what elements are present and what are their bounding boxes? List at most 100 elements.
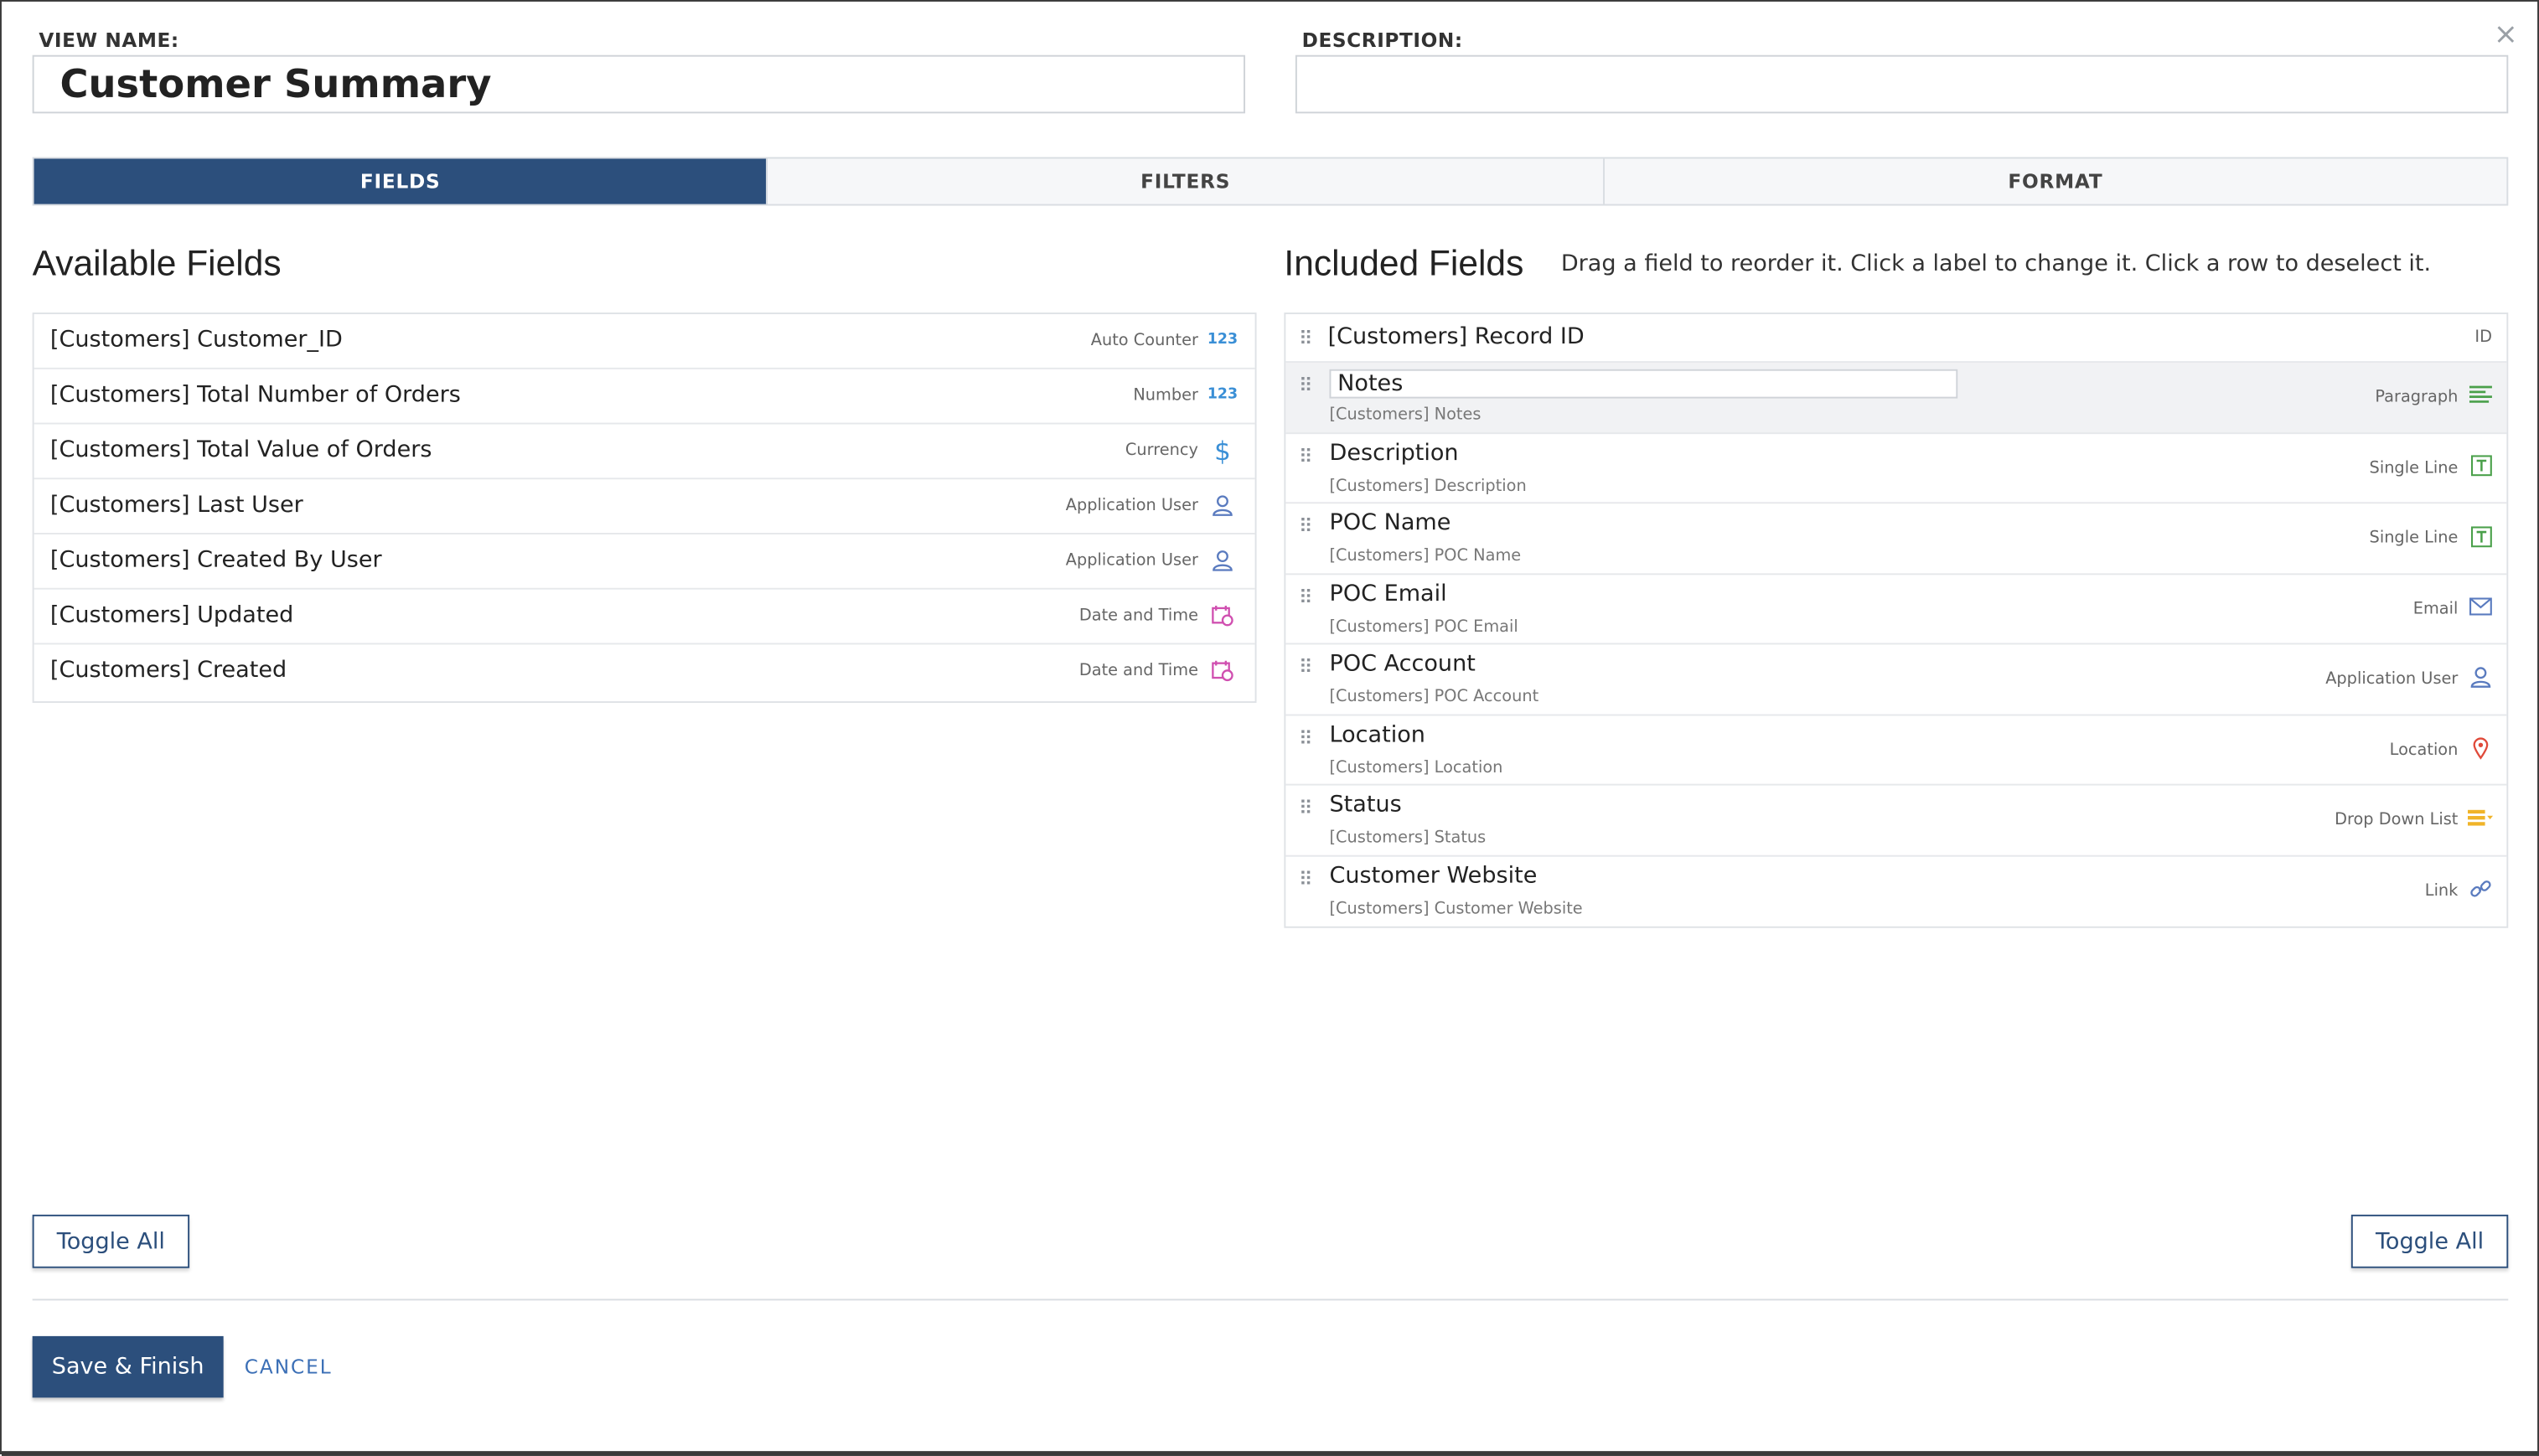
included-field-row[interactable]: ⠿ Location [Customers] Location Location <box>1285 715 2507 786</box>
description-label: DESCRIPTION: <box>1301 28 1463 52</box>
included-field-label[interactable]: POC Email <box>1330 581 1447 607</box>
available-field-row[interactable]: [Customers] Customer_ID Auto Counter 123 <box>34 314 1255 369</box>
toggle-all-available-button[interactable]: Toggle All <box>32 1214 190 1268</box>
drag-handle-icon[interactable]: ⠿ <box>1299 374 1313 397</box>
included-field-type: Application User <box>2325 670 2459 689</box>
included-field-row[interactable]: ⠿ Status [Customers] Status Drop Down List <box>1285 786 2507 856</box>
tab-filters[interactable]: FILTERS <box>768 158 1605 204</box>
available-field-type: Application User <box>1065 552 1198 571</box>
paragraph-icon <box>2468 382 2494 408</box>
available-field-row[interactable]: [Customers] Created Date and Time <box>34 644 1255 700</box>
drag-handle-icon[interactable]: ⠿ <box>1299 515 1313 538</box>
included-field-source: [Customers] Location <box>1329 758 1503 777</box>
included-field-label[interactable]: Status <box>1330 792 1402 818</box>
close-icon[interactable]: × <box>2494 18 2518 52</box>
available-fields-title: Available Fields <box>32 242 282 284</box>
user-icon <box>2468 664 2494 690</box>
included-field-source: [Customers] Notes <box>1329 406 1482 425</box>
included-field-source: [Customers] POC Name <box>1329 547 1522 565</box>
available-field-label: [Customers] Total Number of Orders <box>49 382 461 409</box>
user-icon <box>1210 547 1236 573</box>
available-field-type: Number <box>1133 387 1198 405</box>
text-field-icon <box>2468 523 2494 549</box>
available-field-row[interactable]: [Customers] Created By User Application U… <box>34 534 1255 590</box>
included-field-label[interactable]: Description <box>1330 440 1459 466</box>
drag-handle-icon[interactable]: ⠿ <box>1299 586 1313 608</box>
available-field-row[interactable]: [Customers] Total Value of Orders Currenc… <box>34 424 1255 480</box>
included-field-type: Single Line <box>2369 459 2459 478</box>
included-field-source: [Customers] Customer Website <box>1329 899 1583 918</box>
included-field-label[interactable]: POC Name <box>1330 510 1451 536</box>
included-field-type: Paragraph <box>2375 388 2459 407</box>
drag-handle-icon[interactable]: ⠿ <box>1299 328 1313 350</box>
drag-handle-icon[interactable]: ⠿ <box>1299 797 1313 819</box>
available-field-label: [Customers] Created <box>49 657 287 684</box>
link-icon <box>2468 875 2494 901</box>
available-field-label: [Customers] Created By User <box>49 547 382 574</box>
available-field-row[interactable]: [Customers] Updated Date and Time <box>34 590 1255 645</box>
text-field-icon <box>2468 452 2494 478</box>
page: VIEW NAME: Customer Summary DESCRIPTION:… <box>0 0 2539 1456</box>
included-field-row[interactable]: ⠿ POC Email [Customers] POC Email Email <box>1285 574 2507 645</box>
included-field-row[interactable]: ⠿ POC Name [Customers] POC Name Single Line <box>1285 503 2507 575</box>
included-field-source: [Customers] Description <box>1329 477 1527 495</box>
toggle-all-included-button[interactable]: Toggle All <box>2350 1214 2509 1268</box>
cancel-button[interactable]: CANCEL <box>245 1355 333 1378</box>
included-field-label[interactable]: [Customers] Record ID <box>1328 324 1585 350</box>
available-field-label: [Customers] Updated <box>49 602 294 629</box>
tab-format[interactable]: FORMAT <box>1604 158 2506 204</box>
included-field-type: Single Line <box>2369 529 2459 548</box>
calendar-clock-icon <box>1210 658 1236 684</box>
included-field-source: [Customers] POC Account <box>1329 688 1539 706</box>
included-field-type: Drop Down List <box>2335 811 2459 829</box>
available-fields-list: [Customers] Customer_ID Auto Counter 123 [C… <box>32 312 1257 704</box>
included-field-label[interactable]: Location <box>1330 721 1425 747</box>
included-field-type: Location <box>2389 741 2459 759</box>
footer-divider <box>32 1299 2509 1301</box>
included-field-row[interactable]: ⠿ [Customers] Record ID ID <box>1285 314 2507 364</box>
available-field-row[interactable]: [Customers] Total Number of Orders Number… <box>34 369 1255 425</box>
included-field-row[interactable]: ⠿ Notes [Customers] Notes Paragraph <box>1285 363 2507 434</box>
envelope-icon <box>2468 594 2494 620</box>
edit-view-dialog: VIEW NAME: Customer Summary DESCRIPTION:… <box>0 0 2539 1456</box>
user-icon <box>1210 493 1236 519</box>
dollar-icon: $ <box>1214 435 1231 466</box>
available-field-label: [Customers] Customer_ID <box>49 327 343 354</box>
description-input[interactable] <box>1295 54 2509 114</box>
available-field-row[interactable]: [Customers] Last User Application User <box>34 479 1255 534</box>
available-field-type: Date and Time <box>1078 607 1198 626</box>
calendar-clock-icon <box>1210 602 1236 628</box>
available-field-type: Date and Time <box>1078 662 1198 680</box>
drag-handle-icon[interactable]: ⠿ <box>1299 726 1313 749</box>
save-finish-button[interactable]: Save & Finish <box>32 1335 224 1398</box>
tab-fields[interactable]: FIELDS <box>34 158 768 204</box>
tab-bar: FIELDS FILTERS FORMAT <box>32 157 2509 206</box>
included-field-label[interactable]: Customer Website <box>1330 862 1538 888</box>
view-name-label: VIEW NAME: <box>39 28 179 52</box>
included-field-row[interactable]: ⠿ POC Account [Customers] POC Account Appli… <box>1285 644 2507 715</box>
included-field-type: Link <box>2424 881 2459 900</box>
available-field-type: Application User <box>1065 497 1198 515</box>
map-pin-icon <box>2468 735 2494 761</box>
drag-handle-icon[interactable]: ⠿ <box>1299 656 1313 679</box>
number-icon: 123 <box>1207 332 1238 349</box>
included-field-source: [Customers] Status <box>1329 829 1487 848</box>
available-field-label: [Customers] Total Value of Orders <box>49 436 432 463</box>
available-field-type: Currency <box>1125 441 1198 461</box>
included-fields-instructions: Drag a field to reorder it. Click a labe… <box>1560 250 2432 277</box>
included-fields-list: ⠿ [Customers] Record ID ID ⠿ Notes [Customers… <box>1284 312 2509 928</box>
view-name-input[interactable]: Customer Summary <box>32 54 1246 114</box>
included-field-source: [Customers] POC Email <box>1329 617 1518 636</box>
field-label-edit-input[interactable]: Notes <box>1329 369 1958 399</box>
included-field-label[interactable]: POC Account <box>1330 651 1476 677</box>
included-field-row[interactable]: ⠿ Customer Website [Customers] Customer We… <box>1285 856 2506 927</box>
dropdown-list-icon <box>2467 805 2494 831</box>
included-field-row[interactable]: ⠿ Description [Customers] Description Singl… <box>1285 433 2507 504</box>
window-bottom-edge <box>1 1451 2539 1456</box>
available-field-label: [Customers] Last User <box>49 492 303 519</box>
available-field-type: Auto Counter <box>1090 332 1198 350</box>
drag-handle-icon[interactable]: ⠿ <box>1299 445 1313 467</box>
drag-handle-icon[interactable]: ⠿ <box>1299 867 1313 890</box>
number-icon: 123 <box>1207 387 1238 404</box>
included-fields-title: Included Fields <box>1284 242 1524 284</box>
